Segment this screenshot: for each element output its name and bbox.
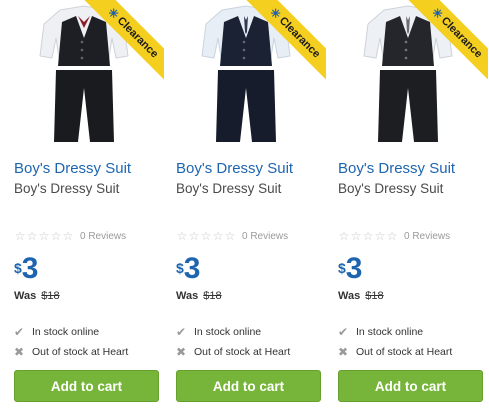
stock-store: ✖ Out of stock at Heart xyxy=(338,345,473,359)
stock-store-text: Out of stock at Heart xyxy=(32,346,129,358)
product-image[interactable]: ✳ Clearance xyxy=(14,0,164,150)
star-outline-icon: ☆ xyxy=(224,229,236,243)
star-outline-icon: ☆ xyxy=(350,229,362,243)
add-to-cart-button[interactable]: Add to cart xyxy=(14,370,159,402)
star-outline-icon: ☆ xyxy=(374,229,386,243)
was-label: Was xyxy=(338,290,361,302)
stock-store: ✖ Out of stock at Heart xyxy=(176,345,311,359)
product-title-link[interactable]: Boy's Dressy Suit xyxy=(176,160,293,177)
star-outline-icon: ☆ xyxy=(26,229,38,243)
stock-online-text: In stock online xyxy=(194,326,262,338)
star-rating[interactable]: ☆ ☆ ☆ ☆ ☆ 0 Reviews xyxy=(14,229,127,243)
was-value: $18 xyxy=(203,290,222,302)
star-outline-icon: ☆ xyxy=(362,229,374,243)
product-image[interactable]: ✳ Clearance xyxy=(176,0,326,150)
current-price: $ 3 xyxy=(176,254,200,284)
product-card: ✳ Clearance Boy's Dressy Suit Boy's Dres… xyxy=(338,0,488,414)
product-subtitle: Boy's Dressy Suit xyxy=(14,181,120,196)
was-value: $18 xyxy=(41,290,60,302)
price-currency: $ xyxy=(14,260,22,276)
check-icon: ✔ xyxy=(176,325,187,339)
x-icon: ✖ xyxy=(14,345,25,359)
x-icon: ✖ xyxy=(338,345,349,359)
was-price: Was $18 xyxy=(338,290,384,302)
stock-online: ✔ In stock online xyxy=(176,325,311,339)
star-rating[interactable]: ☆ ☆ ☆ ☆ ☆ 0 Reviews xyxy=(338,229,451,243)
star-rating[interactable]: ☆ ☆ ☆ ☆ ☆ 0 Reviews xyxy=(176,229,289,243)
was-label: Was xyxy=(176,290,199,302)
star-outline-icon: ☆ xyxy=(62,229,74,243)
price-amount: 3 xyxy=(345,252,363,285)
star-outline-icon: ☆ xyxy=(38,229,50,243)
product-title-link[interactable]: Boy's Dressy Suit xyxy=(14,160,131,177)
product-title-link[interactable]: Boy's Dressy Suit xyxy=(338,160,455,177)
star-outline-icon: ☆ xyxy=(338,229,350,243)
stock-store-text: Out of stock at Heart xyxy=(194,346,291,358)
current-price: $ 3 xyxy=(14,254,38,284)
reviews-count-link[interactable]: 0 Reviews xyxy=(242,231,288,242)
add-to-cart-button[interactable]: Add to cart xyxy=(338,370,483,402)
price-amount: 3 xyxy=(21,252,39,285)
star-outline-icon: ☆ xyxy=(176,229,188,243)
star-outline-icon: ☆ xyxy=(386,229,398,243)
was-label: Was xyxy=(14,290,37,302)
product-card: ✳ Clearance Boy's Dressy Suit Boy's Dres… xyxy=(14,0,164,414)
price-currency: $ xyxy=(176,260,184,276)
product-card: ✳ Clearance Boy's Dressy Suit Boy's Dres… xyxy=(176,0,326,414)
check-icon: ✔ xyxy=(14,325,25,339)
star-outline-icon: ☆ xyxy=(200,229,212,243)
price-currency: $ xyxy=(338,260,346,276)
product-image[interactable]: ✳ Clearance xyxy=(338,0,488,150)
star-outline-icon: ☆ xyxy=(212,229,224,243)
product-grid: ✳ Clearance Boy's Dressy Suit Boy's Dres… xyxy=(0,0,489,414)
reviews-count-link[interactable]: 0 Reviews xyxy=(404,231,450,242)
was-price: Was $18 xyxy=(176,290,222,302)
star-outline-icon: ☆ xyxy=(188,229,200,243)
price-amount: 3 xyxy=(183,252,201,285)
stock-online: ✔ In stock online xyxy=(14,325,149,339)
star-outline-icon: ☆ xyxy=(50,229,62,243)
stock-store-text: Out of stock at Heart xyxy=(356,346,453,358)
stock-online-text: In stock online xyxy=(32,326,100,338)
x-icon: ✖ xyxy=(176,345,187,359)
stock-store: ✖ Out of stock at Heart xyxy=(14,345,149,359)
reviews-count-link[interactable]: 0 Reviews xyxy=(80,231,126,242)
stock-online: ✔ In stock online xyxy=(338,325,473,339)
was-price: Was $18 xyxy=(14,290,60,302)
stock-online-text: In stock online xyxy=(356,326,424,338)
product-subtitle: Boy's Dressy Suit xyxy=(338,181,444,196)
was-value: $18 xyxy=(365,290,384,302)
current-price: $ 3 xyxy=(338,254,362,284)
check-icon: ✔ xyxy=(338,325,349,339)
add-to-cart-button[interactable]: Add to cart xyxy=(176,370,321,402)
product-subtitle: Boy's Dressy Suit xyxy=(176,181,282,196)
star-outline-icon: ☆ xyxy=(14,229,26,243)
